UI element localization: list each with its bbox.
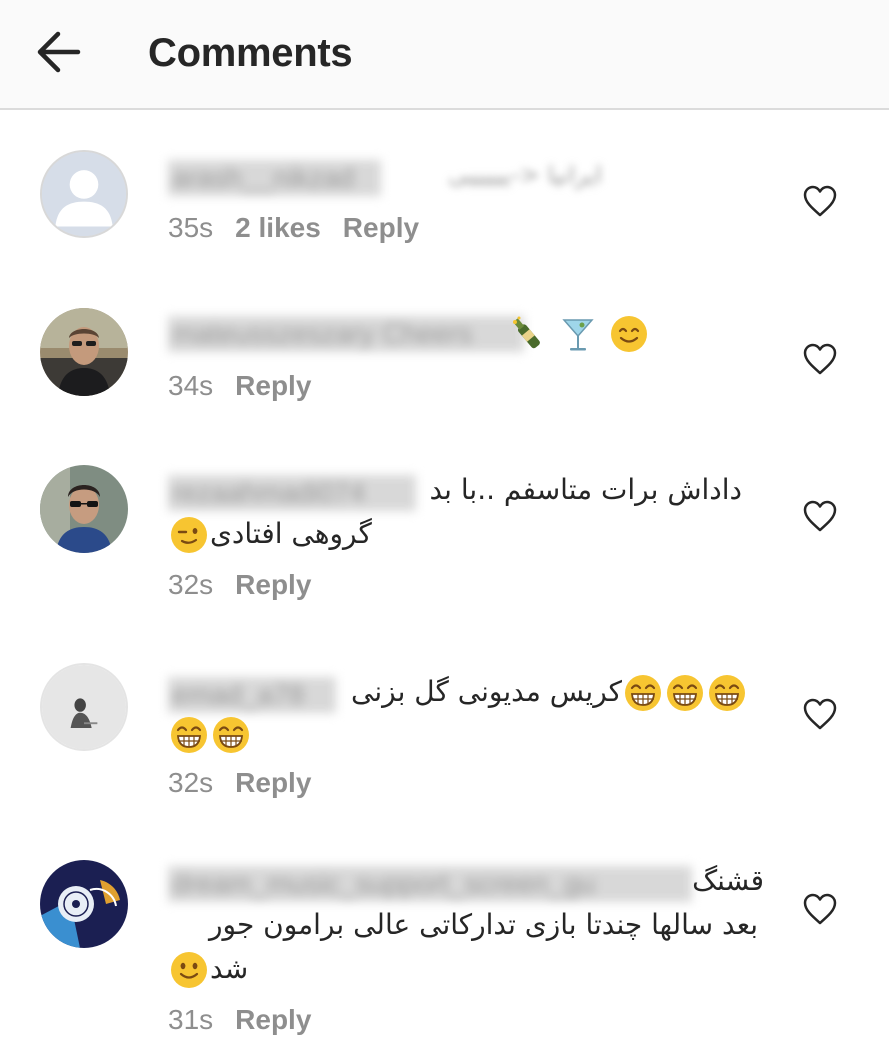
back-button[interactable] bbox=[30, 22, 90, 82]
comment-meta: 32s Reply bbox=[168, 567, 333, 603]
man-sunglasses-avatar bbox=[40, 308, 128, 396]
comment-text-line1: قشنگ bbox=[692, 864, 764, 897]
vinyl-record-avatar bbox=[40, 860, 128, 948]
username[interactable]: arash__nikzad bbox=[168, 160, 381, 196]
comment-body-line2: گروهی افتادی bbox=[168, 511, 748, 561]
like-button[interactable] bbox=[802, 342, 838, 376]
comment-text-line2: گروهی افتادی bbox=[168, 511, 372, 557]
laughing-emoji bbox=[211, 715, 251, 755]
comment-item: arash__nikzad ایرانیا <-ییییییی 35s 2 lik… bbox=[0, 140, 889, 270]
comment-time: 34s bbox=[168, 370, 214, 401]
comment-text: کریس مدیونی گل بزنی bbox=[351, 675, 622, 708]
smiling-emoji bbox=[609, 314, 649, 354]
username[interactable]: rezaahmadi074 bbox=[168, 475, 416, 511]
comment-text: ایرانیا <-ییییییی bbox=[448, 161, 602, 189]
like-button[interactable] bbox=[802, 499, 838, 533]
comment-body-line2: بعد سالها چندتا بازی تدارکاتی عالی برامو… bbox=[168, 902, 758, 952]
comment-item: dream_music_support_screen_gu قشنگ بعد س… bbox=[0, 850, 889, 1050]
comment-meta: 31s Reply bbox=[168, 1002, 333, 1038]
comment-item: mateusszeszary Cheers 34s Reply bbox=[0, 296, 889, 426]
comment-item: rezaahmadi074 داداش برات متاسفم ..با بد … bbox=[0, 455, 889, 615]
username[interactable]: mateusszeszary Cheers bbox=[168, 316, 524, 352]
like-button[interactable] bbox=[802, 892, 838, 926]
comment-body: dream_music_support_screen_gu قشنگ bbox=[168, 858, 764, 908]
champagne-emoji bbox=[507, 314, 547, 354]
avatar[interactable] bbox=[40, 465, 128, 553]
comment-text: شد bbox=[210, 952, 249, 985]
reply-button[interactable]: Reply bbox=[235, 569, 311, 600]
comment-emojis bbox=[506, 310, 650, 356]
like-button[interactable] bbox=[802, 697, 838, 731]
comment-body: mateusszeszary Cheers bbox=[168, 308, 748, 358]
comment-meta: 32s Reply bbox=[168, 765, 333, 801]
reply-button[interactable]: Reply bbox=[235, 370, 311, 401]
winking-emoji bbox=[169, 515, 209, 555]
avatar[interactable] bbox=[40, 150, 128, 238]
comment-body: arash__nikzad ایرانیا <-ییییییی bbox=[168, 152, 748, 202]
comment-time: 35s bbox=[168, 212, 214, 243]
default-avatar-icon bbox=[42, 152, 126, 236]
avatar[interactable] bbox=[40, 308, 128, 396]
comment-text-line1: داداش برات متاسفم ..با بد bbox=[429, 473, 742, 506]
heart-icon bbox=[803, 500, 837, 532]
comment-meta: 35s 2 likes Reply bbox=[168, 210, 441, 246]
arrow-left-icon bbox=[37, 31, 81, 73]
top-bar: Comments bbox=[0, 0, 889, 110]
heart-icon bbox=[803, 698, 837, 730]
comment-meta: 34s Reply bbox=[168, 368, 333, 404]
laughing-emoji bbox=[707, 673, 747, 713]
cocktail-emoji bbox=[558, 314, 598, 354]
reply-button[interactable]: Reply bbox=[343, 212, 419, 243]
reply-button[interactable]: Reply bbox=[235, 767, 311, 798]
smiling-emoji bbox=[169, 950, 209, 990]
comment-body-line3: شد bbox=[168, 946, 748, 996]
username[interactable]: emad_a78 bbox=[168, 677, 336, 713]
comment-time: 31s bbox=[168, 1004, 214, 1035]
comment-text-line3: شد bbox=[168, 946, 248, 992]
page-title: Comments bbox=[148, 31, 353, 75]
reply-button[interactable]: Reply bbox=[235, 1004, 311, 1035]
grey-photo-avatar bbox=[42, 665, 126, 749]
comment-item: emad_a78 کریس مدیونی گل بزنی 32s Reply bbox=[0, 655, 889, 815]
laughing-emoji bbox=[623, 673, 663, 713]
username[interactable]: dream_music_support_screen_gu bbox=[168, 866, 692, 902]
comment-body: rezaahmadi074 داداش برات متاسفم ..با بد bbox=[168, 467, 748, 517]
comment-text-line1: کریس مدیونی گل بزنی bbox=[351, 669, 748, 715]
avatar[interactable] bbox=[40, 860, 128, 948]
heart-icon bbox=[803, 893, 837, 925]
comment-body-line2 bbox=[168, 711, 748, 761]
likes-count[interactable]: 2 likes bbox=[235, 212, 321, 243]
heart-icon bbox=[803, 343, 837, 375]
heart-icon bbox=[803, 185, 837, 217]
young-man-avatar bbox=[40, 465, 128, 553]
avatar[interactable] bbox=[40, 663, 128, 751]
comment-time: 32s bbox=[168, 569, 214, 600]
comment-emojis bbox=[168, 711, 252, 757]
comment-text-line2: بعد سالها چندتا بازی تدارکاتی عالی برامو… bbox=[208, 908, 758, 941]
laughing-emoji bbox=[169, 715, 209, 755]
laughing-emoji bbox=[665, 673, 705, 713]
comment-time: 32s bbox=[168, 767, 214, 798]
comment-text: گروهی افتادی bbox=[210, 517, 372, 550]
like-button[interactable] bbox=[802, 184, 838, 218]
